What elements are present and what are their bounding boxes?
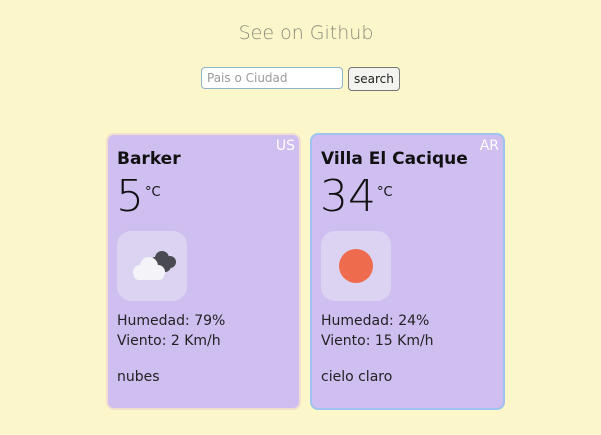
search-input[interactable] <box>201 67 343 89</box>
humidity-info: Humedad: 24% <box>321 312 429 332</box>
humidity-label: Humedad: <box>117 313 190 329</box>
search-button[interactable]: search <box>348 67 400 91</box>
search-bar: search <box>201 67 400 91</box>
weather-icon-box <box>321 231 391 301</box>
city-name: Barker <box>117 149 181 169</box>
country-code: AR <box>479 138 499 154</box>
wind-value: 2 Km/h <box>170 333 221 349</box>
weather-description: cielo claro <box>321 369 393 385</box>
humidity-value: 24% <box>398 313 430 329</box>
temperature-unit: °C <box>377 185 393 200</box>
wind-label: Viento: <box>321 333 371 349</box>
weather-icon-box <box>117 231 187 301</box>
temperature: 5 °C <box>116 175 161 219</box>
wind-info: Viento: 15 Km/h <box>321 332 434 352</box>
country-code: US <box>275 138 295 154</box>
github-link[interactable]: See on Github <box>0 22 601 44</box>
humidity-value: 79% <box>194 313 226 329</box>
humidity-label: Humedad: <box>321 313 394 329</box>
temperature-unit: °C <box>145 185 161 200</box>
city-name: Villa El Cacique <box>321 149 468 169</box>
wind-value: 15 Km/h <box>374 333 434 349</box>
temperature: 34 °C <box>320 175 393 219</box>
humidity-info: Humedad: 79% <box>117 312 225 332</box>
wind-label: Viento: <box>117 333 167 349</box>
wind-info: Viento: 2 Km/h <box>117 332 221 352</box>
weather-card: AR Villa El Cacique 34 °C Humedad: 24% V… <box>310 133 505 410</box>
temperature-value: 5 <box>116 171 144 222</box>
temperature-value: 34 <box>320 171 376 222</box>
weather-description: nubes <box>117 369 160 385</box>
sun-icon <box>339 249 373 283</box>
weather-card: US Barker 5 °C Humedad: 79% Viento: 2 Km… <box>106 133 301 410</box>
cloudy-icon <box>133 251 176 280</box>
